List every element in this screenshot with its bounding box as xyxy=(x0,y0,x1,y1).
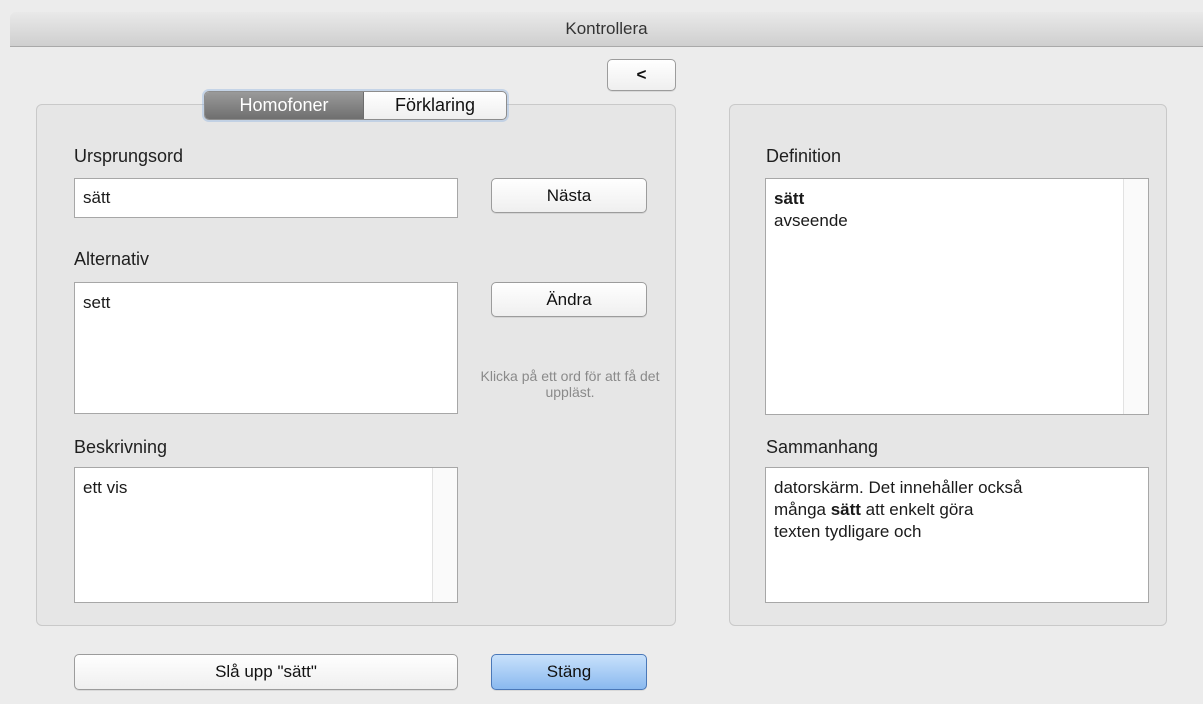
context-line-2-pre: många xyxy=(774,500,831,519)
tab-forklaring[interactable]: Förklaring xyxy=(364,92,506,119)
definition-word: sätt xyxy=(774,189,805,208)
tab-homofoner[interactable]: Homofoner xyxy=(205,92,364,119)
definition-scrollbar[interactable] xyxy=(1123,179,1148,414)
origin-word-value: sätt xyxy=(83,188,111,207)
close-button[interactable]: Stäng xyxy=(491,654,647,690)
definition-text: avseende xyxy=(774,211,848,230)
context-line-1: datorskärm. Det innehåller också xyxy=(774,478,1023,497)
origin-word-label: Ursprungsord xyxy=(74,146,184,166)
close-button-label: Stäng xyxy=(546,662,592,681)
context-label: Sammanhang xyxy=(766,437,879,457)
alternative-item[interactable]: sett xyxy=(83,292,457,314)
definition-field[interactable]: sätt avseende xyxy=(765,178,1149,415)
lookup-button-label: Slå upp "sätt" xyxy=(215,662,317,681)
context-line-2-post: att enkelt göra xyxy=(860,500,974,519)
definition-label: Definition xyxy=(766,146,842,166)
change-button[interactable]: Ändra xyxy=(491,282,647,317)
tab-control: Homofoner Förklaring xyxy=(204,91,507,120)
description-scrollbar[interactable] xyxy=(432,468,457,602)
origin-word-field[interactable]: sätt xyxy=(74,178,458,218)
next-button-label: Nästa xyxy=(546,186,592,205)
context-line-3: texten tydligare och xyxy=(774,522,922,541)
window-titlebar: Kontrollera xyxy=(10,12,1203,47)
description-field[interactable]: ett vis xyxy=(74,467,458,603)
context-highlight-word: sätt xyxy=(830,500,861,519)
lookup-button[interactable]: Slå upp "sätt" xyxy=(74,654,458,690)
description-text: ett vis xyxy=(83,478,128,497)
window-title: Kontrollera xyxy=(565,19,648,38)
back-button[interactable]: < xyxy=(607,59,676,91)
context-line-2: många sätt att enkelt göra xyxy=(774,499,1148,521)
change-button-label: Ändra xyxy=(546,290,592,309)
description-label: Beskrivning xyxy=(74,437,168,457)
tab-forklaring-label: Förklaring xyxy=(394,95,476,115)
hint-text: Klicka på ett ord för att få det uppläst… xyxy=(480,368,660,400)
tab-homofoner-label: Homofoner xyxy=(239,95,329,115)
context-field[interactable]: datorskärm. Det innehåller också många s… xyxy=(765,467,1149,603)
back-button-label: < xyxy=(636,65,647,84)
alternatives-label: Alternativ xyxy=(74,249,150,269)
next-button[interactable]: Nästa xyxy=(491,178,647,213)
alternatives-list[interactable]: sett xyxy=(74,282,458,414)
